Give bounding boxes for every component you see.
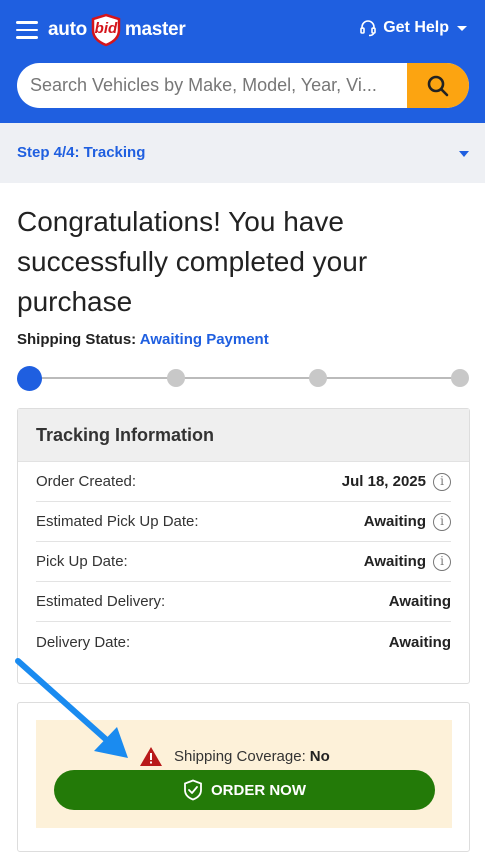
headset-icon (360, 20, 377, 37)
step-label: Step 4/4: Tracking (17, 144, 146, 161)
shipping-status-label: Shipping Status: (17, 331, 137, 348)
order-now-button[interactable]: ORDER NOW (54, 770, 435, 810)
row-value: Awaiting (363, 513, 426, 530)
row-value: Awaiting (388, 593, 451, 610)
row-label: Pick Up Date: (36, 553, 128, 570)
get-help-button[interactable]: Get Help (359, 19, 467, 37)
site-header: auto bid master Get Help (0, 0, 485, 123)
progress-step-3 (309, 369, 327, 387)
coverage-card: Shipping Coverage: No ORDER NOW (17, 702, 470, 852)
tracking-row-order-created: Order Created: Jul 18, 2025 i (36, 462, 451, 502)
get-help-label: Get Help (383, 19, 449, 36)
logo-badge: bid (89, 13, 123, 47)
progress-step-2 (167, 369, 185, 387)
coverage-panel: Shipping Coverage: No ORDER NOW (36, 720, 452, 828)
coverage-label: Shipping Coverage: (174, 748, 306, 765)
tracking-row-delivery-date: Delivery Date: Awaiting (36, 622, 451, 662)
logo-text-bid: bid (94, 20, 118, 37)
search-input[interactable] (17, 63, 407, 108)
step-selector[interactable]: Step 4/4: Tracking (0, 123, 485, 183)
row-label: Order Created: (36, 473, 137, 490)
tracking-row-pickup-date: Pick Up Date: Awaiting i (36, 542, 451, 582)
search-bar (17, 63, 469, 108)
menu-icon[interactable] (16, 21, 38, 39)
row-label: Delivery Date: (36, 633, 131, 651)
tracking-heading: Tracking Information (18, 409, 469, 462)
page-title: Congratulations! You have successfully c… (17, 206, 368, 317)
logo-text-auto: auto (48, 19, 87, 40)
tracking-row-estimated-delivery: Estimated Delivery: Awaiting (36, 582, 451, 622)
progress-step-1 (17, 366, 42, 391)
info-icon[interactable]: i (433, 472, 451, 491)
tracking-card: Tracking Information Order Created: Jul … (17, 408, 470, 684)
progress-step-4 (451, 369, 469, 387)
coverage-value: No (309, 748, 330, 765)
coverage-status: Shipping Coverage: No (139, 746, 330, 767)
order-now-label: ORDER NOW (211, 781, 306, 799)
site-logo[interactable]: auto bid master (48, 12, 186, 48)
shipping-progress (17, 366, 469, 391)
chevron-down-icon (457, 25, 467, 31)
warning-icon (140, 747, 162, 766)
search-icon (427, 75, 449, 96)
shipping-status: Shipping Status: Awaiting Payment (17, 331, 269, 348)
tracking-row-estimated-pickup: Estimated Pick Up Date: Awaiting i (36, 502, 451, 542)
row-label: Estimated Pick Up Date: (36, 513, 199, 530)
chevron-down-icon (459, 151, 469, 157)
progress-track (29, 377, 460, 379)
search-button[interactable] (407, 63, 469, 108)
row-label: Estimated Delivery: (36, 593, 166, 610)
shipping-status-value: Awaiting Payment (139, 331, 269, 348)
info-icon[interactable]: i (433, 552, 451, 571)
info-icon[interactable]: i (433, 512, 451, 531)
row-value: Jul 18, 2025 (341, 473, 426, 490)
row-value: Awaiting (388, 633, 451, 651)
row-value: Awaiting (363, 553, 426, 570)
shield-check-icon (184, 779, 202, 801)
logo-text-master: master (124, 19, 186, 40)
